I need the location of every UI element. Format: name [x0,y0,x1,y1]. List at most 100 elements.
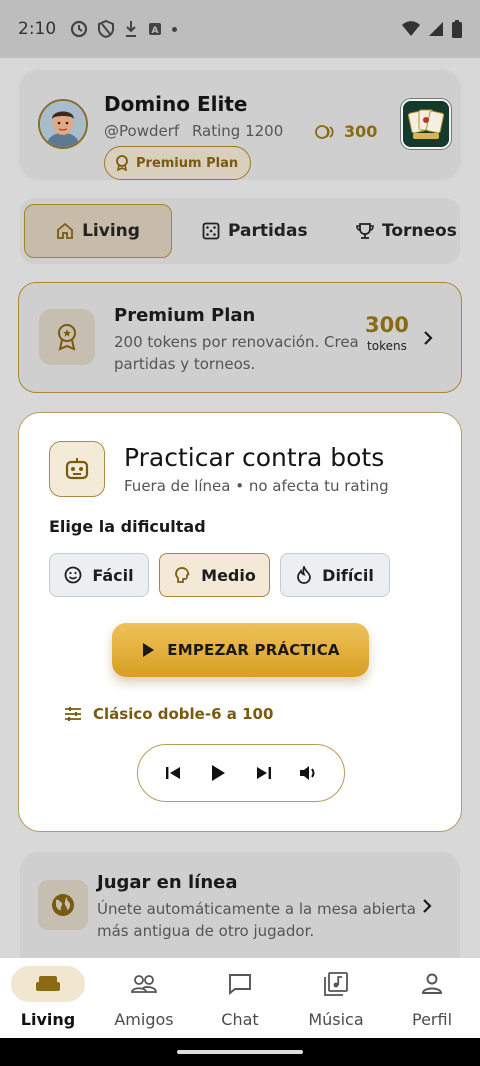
notification-dot-icon [172,26,178,32]
trophy-icon [356,223,374,239]
robot-icon-wrap [49,441,105,497]
chevron-right-icon [423,899,432,913]
wifi-icon [402,21,420,36]
premium-tokens-label: tokens [367,339,407,353]
people-icon [131,975,157,993]
sync-icon [71,20,88,38]
premium-title: Premium Plan [114,305,256,326]
tab-torneos-label: Torneos [382,221,457,241]
profile-card[interactable]: Domino Elite @Powderf Rating 1200 Premiu… [20,70,460,180]
nav-living-label: Living [20,1010,76,1029]
music-icon [324,972,348,996]
shield-icon [98,20,115,38]
profile-meta: @Powderf Rating 1200 [104,122,291,140]
avatar[interactable] [38,99,88,149]
game-mode-selector[interactable]: Clásico doble-6 a 100 [63,705,273,723]
profile-rating: Rating 1200 [191,122,284,140]
nav-amigos-label: Amigos [114,1010,174,1029]
next-track-button[interactable] [248,757,280,789]
previous-track-button[interactable] [157,757,189,789]
premium-plan-card[interactable]: Premium Plan 200 tokens por renovación. … [18,282,462,393]
profile-handle: @Powderf [104,122,180,140]
sliders-icon [65,707,81,721]
music-player-controls [137,744,345,802]
premium-medal-icon [39,309,95,365]
svg-text:A: A [152,26,159,36]
play-icon [212,765,226,781]
skip-next-icon [256,767,271,779]
robot-icon [65,458,89,480]
nav-chat-icon-wrap [203,966,277,1002]
plan-badge[interactable]: Premium Plan [104,146,252,180]
token-count: 300 [344,122,378,141]
practice-title: Practicar contra bots [124,443,385,472]
online-title: Jugar en línea [97,872,238,893]
nav-amigos-icon-wrap [107,966,181,1002]
difficulty-medium-button[interactable]: Medio [159,553,270,597]
avatar-face-icon [40,101,86,147]
difficulty-heading: Elige la dificultad [49,517,206,536]
skip-previous-icon [165,767,180,779]
play-online-card[interactable]: Jugar en línea Únete automáticamente a l… [20,852,460,958]
nav-perfil-label: Perfil [411,1010,453,1029]
system-gesture-bar [0,1038,480,1066]
coins-icon [315,124,334,139]
chevron-right-icon [424,331,433,345]
nav-living[interactable]: Living [0,958,96,1038]
token-balance: 300 [314,122,377,141]
status-notification-icons: A [70,20,178,38]
app-a-icon: A [149,23,162,36]
bottom-navigation: Living Amigos Chat Música Perfil [0,958,480,1038]
tab-torneos[interactable]: Torneos [356,204,457,258]
difficulty-hard-label: Difícil [322,565,374,585]
nav-perfil-icon-wrap [395,966,469,1002]
status-time: 2:10 [18,19,57,39]
nav-living-icon-wrap [11,966,85,1002]
main-content: Domino Elite @Powderf Rating 1200 Premiu… [0,58,480,958]
chat-icon [229,974,251,995]
practice-subtitle: Fuera de línea • no afecta tu rating [124,477,389,495]
plan-badge-label: Premium Plan [136,155,239,171]
section-tabs: Living Partidas Torneos [20,198,460,264]
globe-icon-wrap [38,880,88,930]
nav-chat[interactable]: Chat [192,958,288,1038]
smile-icon [64,566,82,584]
signal-icon [429,22,443,36]
game-mode-label: Clásico doble-6 a 100 [93,705,274,723]
globe-icon [52,894,74,916]
nav-musica-label: Música [308,1010,364,1029]
nav-perfil[interactable]: Perfil [384,958,480,1038]
tab-living[interactable]: Living [24,204,172,258]
flame-icon [297,566,312,584]
download-icon [126,21,137,37]
tab-partidas-label: Partidas [228,221,308,241]
nav-musica[interactable]: Música [288,958,384,1038]
volume-button[interactable] [293,757,325,789]
nav-chat-label: Chat [221,1010,259,1029]
profile-name: Domino Elite [104,92,248,116]
home-gesture-handle[interactable] [177,1050,303,1054]
medal-icon [116,155,128,171]
start-practice-label: EMPEZAR PRÁCTICA [167,641,340,659]
volume-icon [300,766,315,780]
brain-icon [175,567,190,583]
tab-partidas[interactable]: Partidas [202,204,308,258]
online-description: Únete automáticamente a la mesa abierta … [97,900,416,940]
play-track-button[interactable] [202,757,234,789]
difficulty-easy-button[interactable]: Fácil [49,553,149,597]
premium-description: 200 tokens por renovación. Crea partidas… [114,333,359,373]
home-icon [57,222,73,239]
difficulty-medium-label: Medio [201,565,256,585]
dice-icon [202,222,220,240]
premium-tokens: 300 tokens [365,313,409,353]
card-deck-thumbnail[interactable] [401,99,451,149]
tab-living-label: Living [82,221,140,241]
practice-bots-card: Practicar contra bots Fuera de línea • n… [18,412,462,832]
sofa-icon [36,976,60,991]
battery-icon [452,20,462,38]
person-icon [422,973,442,994]
nav-amigos[interactable]: Amigos [96,958,192,1038]
start-practice-button[interactable]: EMPEZAR PRÁCTICA [112,623,369,677]
difficulty-hard-button[interactable]: Difícil [280,553,390,597]
award-icon [58,324,76,351]
